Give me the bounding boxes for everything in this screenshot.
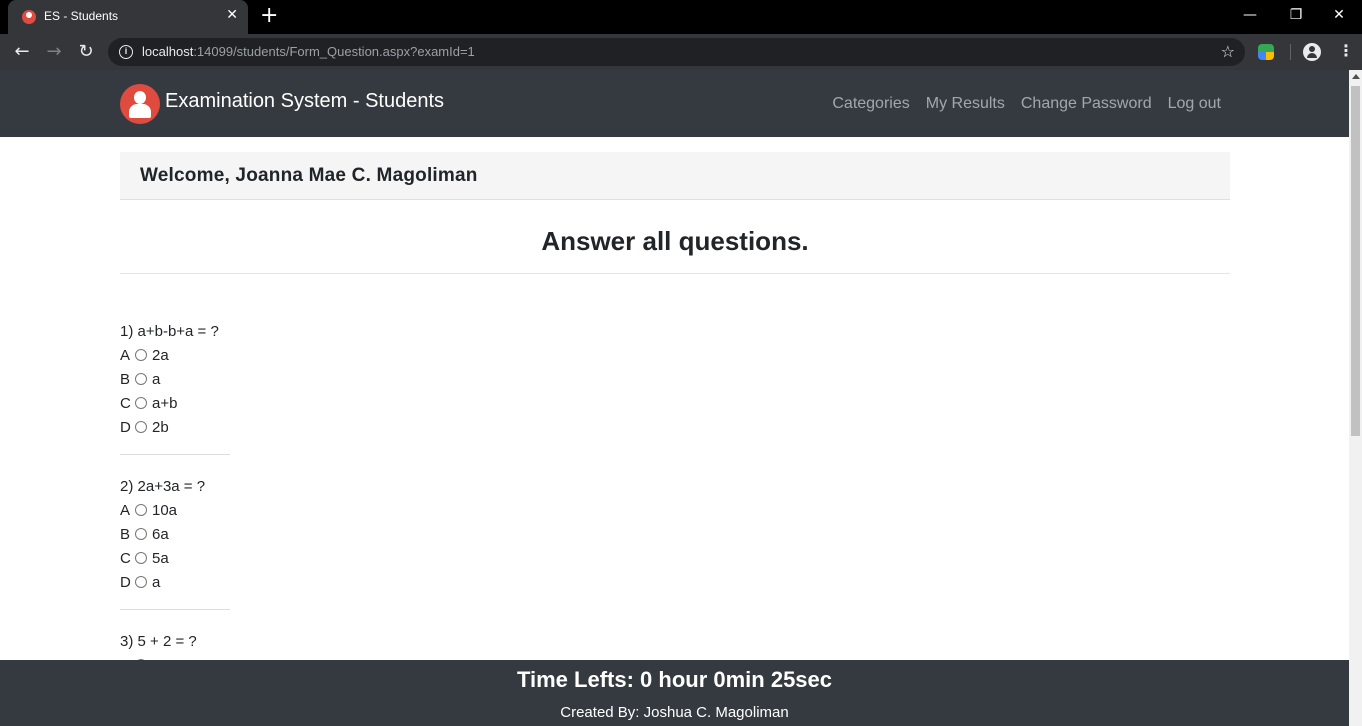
question-list: 1) a+b-b+a = ? A 2a Ba Ca+b D 2b 2) 2a+3a … bbox=[120, 320, 230, 712]
browser-toolbar: ← → ↻ i localhost:14099/students/Form_Qu… bbox=[0, 34, 1362, 70]
scroll-thumb[interactable] bbox=[1351, 86, 1360, 436]
option-letter: B bbox=[120, 371, 131, 388]
radio-button[interactable] bbox=[135, 527, 147, 540]
question-item: 1) a+b-b+a = ? A 2a Ba Ca+b D 2b bbox=[120, 320, 230, 455]
answer-option[interactable]: A 10a bbox=[120, 499, 230, 523]
nav-link-my-results[interactable]: My Results bbox=[926, 95, 1005, 113]
question-text: 3) 5 + 2 = ? bbox=[120, 633, 197, 650]
nav-link-change-password[interactable]: Change Password bbox=[1021, 95, 1152, 113]
page-viewport: Examination System - Students Categories… bbox=[0, 70, 1349, 726]
option-label[interactable]: 2a bbox=[152, 344, 169, 368]
answer-option[interactable]: Ca+b bbox=[120, 392, 230, 416]
option-letter: B bbox=[120, 526, 131, 543]
student-logo-icon[interactable] bbox=[120, 84, 160, 124]
option-label[interactable]: a+b bbox=[152, 392, 177, 416]
url-text[interactable]: localhost:14099/students/Form_Question.a… bbox=[142, 44, 475, 59]
restore-button[interactable]: ❐ bbox=[1273, 0, 1319, 34]
reload-icon[interactable]: ↻ bbox=[74, 40, 98, 64]
question-text: 2) 2a+3a = ? bbox=[120, 478, 206, 495]
site-navbar: Examination System - Students Categories… bbox=[0, 70, 1349, 137]
minimize-button[interactable]: — bbox=[1227, 0, 1273, 34]
option-label[interactable]: a bbox=[152, 368, 160, 392]
option-letter: D bbox=[120, 419, 131, 436]
title-divider bbox=[120, 273, 1230, 274]
timer-footer: Time Lefts: 0 hour 0min 25sec Created By… bbox=[0, 660, 1349, 726]
answer-option[interactable]: D 2b bbox=[120, 416, 230, 440]
answer-option[interactable]: B 6a bbox=[120, 523, 230, 547]
question-item: 2) 2a+3a = ? A 10a B 6a C 5a Da bbox=[120, 475, 230, 610]
answer-option[interactable]: Ba bbox=[120, 368, 230, 392]
radio-button[interactable] bbox=[135, 420, 147, 433]
forward-icon[interactable]: → bbox=[42, 40, 66, 64]
answer-option[interactable]: A 2a bbox=[120, 344, 230, 368]
radio-button[interactable] bbox=[135, 396, 147, 409]
tab-title: ES - Students bbox=[44, 9, 119, 23]
browser-tab-strip: ES - Students ✕ + — ❐ ✕ bbox=[0, 0, 1362, 34]
answer-option[interactable]: C 5a bbox=[120, 547, 230, 571]
browser-tab[interactable]: ES - Students ✕ bbox=[8, 0, 248, 34]
nav-link-categories[interactable]: Categories bbox=[832, 95, 909, 113]
bookmark-star-icon[interactable]: ☆ bbox=[1221, 42, 1235, 61]
toolbar-divider bbox=[1290, 44, 1291, 60]
favicon-icon bbox=[22, 10, 36, 24]
option-label[interactable]: a bbox=[152, 571, 160, 595]
option-label[interactable]: 5a bbox=[152, 547, 169, 571]
question-text: 1) a+b-b+a = ? bbox=[120, 323, 219, 340]
welcome-text: Welcome, Joanna Mae C. Magoliman bbox=[140, 165, 478, 186]
browser-menu-icon[interactable]: ⋮ bbox=[1338, 41, 1354, 60]
radio-button[interactable] bbox=[135, 372, 147, 385]
site-info-icon[interactable]: i bbox=[119, 45, 133, 59]
page-title: Answer all questions. bbox=[541, 226, 809, 256]
welcome-banner: Welcome, Joanna Mae C. Magoliman bbox=[120, 152, 1230, 200]
vertical-scrollbar[interactable] bbox=[1349, 70, 1362, 726]
nav-link-log-out[interactable]: Log out bbox=[1168, 95, 1221, 113]
option-letter: D bbox=[120, 574, 131, 591]
address-bar[interactable]: i localhost:14099/students/Form_Question… bbox=[108, 38, 1245, 66]
radio-button[interactable] bbox=[135, 575, 147, 588]
radio-button[interactable] bbox=[135, 503, 147, 516]
option-letter: A bbox=[120, 502, 131, 519]
close-window-button[interactable]: ✕ bbox=[1316, 0, 1362, 34]
brand-title[interactable]: Examination System - Students bbox=[165, 90, 444, 113]
profile-icon[interactable] bbox=[1303, 43, 1321, 61]
credit-text: Created By: Joshua C. Magoliman bbox=[560, 704, 789, 721]
nav-links: Categories My Results Change Password Lo… bbox=[832, 95, 1221, 113]
answer-option[interactable]: Da bbox=[120, 571, 230, 595]
option-letter: C bbox=[120, 395, 131, 412]
extension-icon[interactable] bbox=[1258, 44, 1274, 60]
new-tab-button[interactable]: + bbox=[260, 4, 278, 28]
back-icon[interactable]: ← bbox=[10, 40, 34, 64]
option-letter: C bbox=[120, 550, 131, 567]
radio-button[interactable] bbox=[135, 348, 147, 361]
option-label[interactable]: 6a bbox=[152, 523, 169, 547]
option-letter: A bbox=[120, 347, 131, 364]
scroll-up-arrow-icon[interactable] bbox=[1352, 74, 1360, 79]
time-left-text: Time Lefts: 0 hour 0min 25sec bbox=[516, 667, 833, 692]
option-label[interactable]: 2b bbox=[152, 416, 169, 440]
option-label[interactable]: 10a bbox=[152, 499, 177, 523]
radio-button[interactable] bbox=[135, 551, 147, 564]
close-tab-icon[interactable]: ✕ bbox=[226, 7, 238, 23]
